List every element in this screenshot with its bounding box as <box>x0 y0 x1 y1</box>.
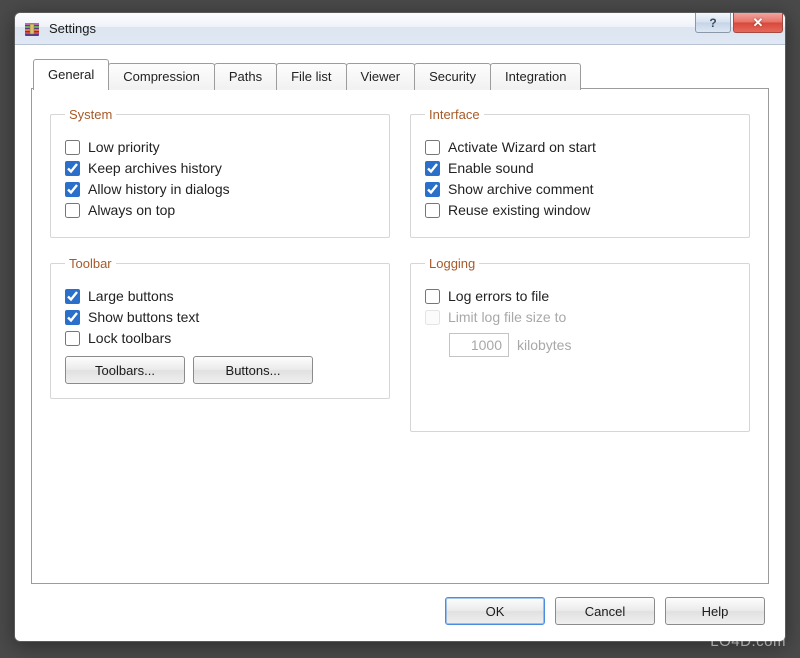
group-legend: Logging <box>425 256 479 271</box>
log-size-row: kilobytes <box>449 333 735 357</box>
chk-label: Show archive comment <box>448 181 594 197</box>
tab-security[interactable]: Security <box>414 63 491 90</box>
tab-label: General <box>48 67 94 82</box>
checkbox[interactable] <box>425 182 440 197</box>
chk-label: Allow history in dialogs <box>88 181 230 197</box>
group-legend: Interface <box>425 107 484 122</box>
row-top: System Low priority Keep archives histor… <box>50 107 750 256</box>
tab-integration[interactable]: Integration <box>490 63 581 90</box>
chk-label: Keep archives history <box>88 160 222 176</box>
tab-compression[interactable]: Compression <box>108 63 215 90</box>
chk-label: Reuse existing window <box>448 202 590 218</box>
chk-label: Enable sound <box>448 160 534 176</box>
group-toolbar: Toolbar Large buttons Show buttons text … <box>50 256 390 399</box>
toolbars-button[interactable]: Toolbars... <box>65 356 185 384</box>
checkbox[interactable] <box>65 182 80 197</box>
checkbox[interactable] <box>65 203 80 218</box>
winrar-icon <box>23 20 41 38</box>
buttons-button[interactable]: Buttons... <box>193 356 313 384</box>
checkbox[interactable] <box>65 140 80 155</box>
help-button[interactable]: Help <box>665 597 765 625</box>
chk-large-buttons[interactable]: Large buttons <box>65 288 375 304</box>
chk-limit-log-size: Limit log file size to <box>425 309 735 325</box>
tab-viewer[interactable]: Viewer <box>346 63 416 90</box>
tab-panel: System Low priority Keep archives histor… <box>31 88 769 584</box>
titlebar: Settings ? ✕ <box>15 13 785 45</box>
close-button[interactable]: ✕ <box>733 13 783 33</box>
chk-lock-toolbars[interactable]: Lock toolbars <box>65 330 375 346</box>
titlebar-buttons: ? ✕ <box>696 13 785 44</box>
group-logging: Logging Log errors to file Limit log fil… <box>410 256 750 432</box>
tab-strip: General Compression Paths File list View… <box>31 59 769 89</box>
chk-label: Always on top <box>88 202 175 218</box>
group-legend: System <box>65 107 116 122</box>
chk-keep-archives-history[interactable]: Keep archives history <box>65 160 375 176</box>
chk-log-errors[interactable]: Log errors to file <box>425 288 735 304</box>
log-size-unit: kilobytes <box>517 337 571 353</box>
checkbox[interactable] <box>425 140 440 155</box>
checkbox[interactable] <box>65 331 80 346</box>
dialog-footer: OK Cancel Help <box>31 585 769 629</box>
chk-label: Large buttons <box>88 288 174 304</box>
chk-activate-wizard[interactable]: Activate Wizard on start <box>425 139 735 155</box>
help-button-titlebar[interactable]: ? <box>695 13 731 33</box>
checkbox <box>425 310 440 325</box>
close-icon: ✕ <box>753 15 764 31</box>
chk-label: Low priority <box>88 139 160 155</box>
checkbox[interactable] <box>65 289 80 304</box>
tab-label: Paths <box>229 69 262 84</box>
settings-window: Settings ? ✕ General Compression Paths F… <box>14 12 786 642</box>
chk-allow-history-in-dialogs[interactable]: Allow history in dialogs <box>65 181 375 197</box>
window-title: Settings <box>49 21 696 36</box>
cancel-button[interactable]: Cancel <box>555 597 655 625</box>
checkbox[interactable] <box>425 289 440 304</box>
chk-show-buttons-text[interactable]: Show buttons text <box>65 309 375 325</box>
chk-label: Show buttons text <box>88 309 199 325</box>
log-size-input <box>449 333 509 357</box>
group-system: System Low priority Keep archives histor… <box>50 107 390 238</box>
tab-paths[interactable]: Paths <box>214 63 277 90</box>
tab-general[interactable]: General <box>33 59 109 90</box>
chk-label: Limit log file size to <box>448 309 566 325</box>
checkbox[interactable] <box>425 161 440 176</box>
chk-enable-sound[interactable]: Enable sound <box>425 160 735 176</box>
chk-label: Lock toolbars <box>88 330 171 346</box>
client-area: General Compression Paths File list View… <box>15 45 785 641</box>
group-legend: Toolbar <box>65 256 116 271</box>
tab-label: Integration <box>505 69 566 84</box>
ok-button[interactable]: OK <box>445 597 545 625</box>
checkbox[interactable] <box>65 310 80 325</box>
checkbox[interactable] <box>425 203 440 218</box>
chk-always-on-top[interactable]: Always on top <box>65 202 375 218</box>
tab-file-list[interactable]: File list <box>276 63 346 90</box>
tab-label: Viewer <box>361 69 401 84</box>
toolbar-button-row: Toolbars... Buttons... <box>65 356 375 384</box>
tab-label: File list <box>291 69 331 84</box>
chk-label: Activate Wizard on start <box>448 139 596 155</box>
chk-show-archive-comment[interactable]: Show archive comment <box>425 181 735 197</box>
checkbox[interactable] <box>65 161 80 176</box>
row-bottom: Toolbar Large buttons Show buttons text … <box>50 256 750 450</box>
question-icon: ? <box>709 16 716 30</box>
tab-label: Compression <box>123 69 200 84</box>
chk-label: Log errors to file <box>448 288 549 304</box>
chk-reuse-existing-window[interactable]: Reuse existing window <box>425 202 735 218</box>
chk-low-priority[interactable]: Low priority <box>65 139 375 155</box>
group-interface: Interface Activate Wizard on start Enabl… <box>410 107 750 238</box>
tab-label: Security <box>429 69 476 84</box>
